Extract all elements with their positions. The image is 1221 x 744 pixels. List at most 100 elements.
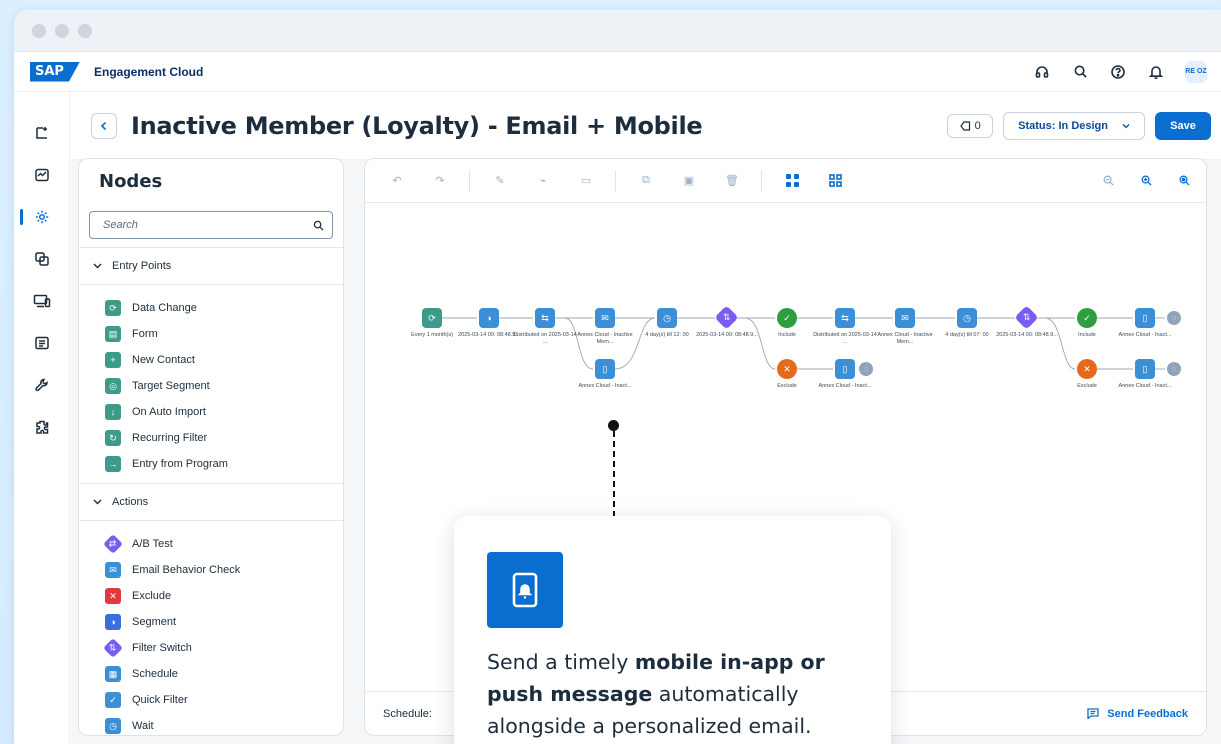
devices-icon[interactable] xyxy=(14,280,69,322)
node-item-exclude[interactable]: ✕ Exclude xyxy=(105,583,343,609)
flow-label: 2025-03-14 00: 08:48.9... xyxy=(696,332,758,338)
node-item-on-auto-import[interactable]: ↓ On Auto Import xyxy=(105,399,343,425)
flow-node-annex-email[interactable]: ✉ xyxy=(595,308,615,328)
segment-icon: ◑ xyxy=(105,614,121,630)
help-icon[interactable] xyxy=(1109,63,1127,81)
flow-node-exclude-2[interactable]: ✕ xyxy=(1077,359,1097,379)
search-icon[interactable] xyxy=(1071,63,1089,81)
status-dropdown[interactable]: Status: In Design xyxy=(1003,111,1145,140)
chevron-left-icon xyxy=(100,121,107,130)
connect-icon[interactable]: ⌁ xyxy=(535,173,551,189)
journey-icon[interactable] xyxy=(14,112,69,154)
flow-label: Annex Cloud - Inactive Mem... xyxy=(877,332,933,345)
flow-node-include-2[interactable]: ✓ xyxy=(1077,308,1097,328)
flow-node-distribute[interactable]: ⇆ xyxy=(535,308,555,328)
canvas-toolbar: ↶ ↷ ✎ ⌁ ▭ ⧉ ▣ 🗑 xyxy=(365,159,1206,203)
flow-node-end[interactable]: ◌ xyxy=(859,362,873,376)
flow-node-annex-3[interactable]: ▯ xyxy=(1135,308,1155,328)
node-item-label: Filter Switch xyxy=(132,642,192,654)
node-item-entry-from-program[interactable]: → Entry from Program xyxy=(105,451,343,477)
window-minimize-dot[interactable] xyxy=(55,23,69,38)
tools-icon[interactable] xyxy=(14,364,69,406)
bell-icon[interactable] xyxy=(1147,63,1165,81)
user-avatar[interactable]: RE OZ xyxy=(1185,60,1207,83)
actions-section-toggle[interactable]: Actions xyxy=(79,483,343,521)
flow-node-end[interactable]: ◌ xyxy=(1167,362,1181,376)
node-item-label: Data Change xyxy=(132,302,197,314)
flow-node-annex-4[interactable]: ▯ xyxy=(1135,359,1155,379)
back-button[interactable] xyxy=(91,112,117,139)
node-item-target-segment[interactable]: ◎ Target Segment xyxy=(105,373,343,399)
entry-points-list: ⟳ Data Change ▤ Form + New Contact ◎ Tar… xyxy=(79,285,343,477)
email-behavior-icon: ✉ xyxy=(105,562,121,578)
sap-logo[interactable]: SAP xyxy=(30,61,80,82)
flow-node-annex-mobile[interactable]: ▯ xyxy=(595,359,615,379)
expand-all-icon[interactable] xyxy=(784,173,800,189)
collapse-all-icon[interactable] xyxy=(827,173,843,189)
zoom-to-fit-icon[interactable] xyxy=(1176,173,1192,189)
chevron-down-icon xyxy=(1122,123,1130,128)
undo-icon[interactable]: ↶ xyxy=(389,173,405,189)
recurring-filter-icon: ↻ xyxy=(105,430,121,446)
node-item-label: New Contact xyxy=(132,354,195,366)
delete-icon[interactable]: 🗑 xyxy=(724,173,740,189)
zoom-out-icon[interactable] xyxy=(1100,173,1116,189)
node-item-form[interactable]: ▤ Form xyxy=(105,321,343,347)
redo-icon[interactable]: ↷ xyxy=(432,173,448,189)
product-name[interactable]: Engagement Cloud xyxy=(94,65,203,79)
headset-icon[interactable] xyxy=(1033,63,1051,81)
flow-label: Include xyxy=(778,332,796,338)
flow-node-wait[interactable]: ◷ xyxy=(657,308,677,328)
node-item-label: Exclude xyxy=(132,590,172,602)
quick-filter-icon: ✓ xyxy=(105,692,121,708)
node-item-new-contact[interactable]: + New Contact xyxy=(105,347,343,373)
flow-node-recurring[interactable]: ⟳ xyxy=(422,308,442,328)
flow-node-segment[interactable]: ◑ xyxy=(479,308,499,328)
content-icon[interactable] xyxy=(14,238,69,280)
extension-icon[interactable] xyxy=(14,406,69,448)
flow-node-include[interactable]: ✓ xyxy=(777,308,797,328)
flow-label: Annex Cloud - Inactive Mem... xyxy=(577,332,633,345)
flow-node-annex-2[interactable]: ▯ xyxy=(835,359,855,379)
node-item-segment[interactable]: ◑ Segment xyxy=(105,609,343,635)
node-item-filter-switch[interactable]: ⇅ Filter Switch xyxy=(103,635,343,661)
edit-icon[interactable]: ✎ xyxy=(492,173,508,189)
nodes-search-input[interactable]: Search xyxy=(89,211,333,239)
window-close-dot[interactable] xyxy=(32,23,46,38)
catalog-icon[interactable] xyxy=(14,322,69,364)
window-maximize-dot[interactable] xyxy=(78,23,92,38)
nodes-panel-title: Nodes xyxy=(99,170,163,192)
entry-points-section-toggle[interactable]: Entry Points xyxy=(79,247,343,285)
node-item-quick-filter[interactable]: ✓ Quick Filter xyxy=(105,687,343,713)
search-icon[interactable] xyxy=(313,220,324,231)
copy-icon[interactable]: ⧉ xyxy=(638,173,654,189)
tags-button[interactable]: 0 xyxy=(947,113,994,138)
flow-node-distribute-2[interactable]: ⇆ xyxy=(835,308,855,328)
flow-node-end[interactable]: ◌ xyxy=(1167,311,1181,325)
actions-list: ⇄ A/B Test ✉ Email Behavior Check ✕ Excl… xyxy=(79,521,343,735)
toolbar-separator xyxy=(761,169,762,192)
analytics-icon[interactable] xyxy=(14,154,69,196)
save-button[interactable]: Save xyxy=(1155,111,1211,140)
paste-icon[interactable]: ▣ xyxy=(681,173,697,189)
node-item-wait[interactable]: ◷ Wait xyxy=(105,713,343,735)
feature-callout: Send a timely mobile in-app or push mess… xyxy=(454,516,891,744)
feedback-icon xyxy=(1087,708,1099,719)
node-item-email-behavior-check[interactable]: ✉ Email Behavior Check xyxy=(105,557,343,583)
node-item-label: Quick Filter xyxy=(132,694,188,706)
flow-node-exclude[interactable]: ✕ xyxy=(777,359,797,379)
flow-label: 2025-03-14 00: 08:48.9... xyxy=(996,332,1058,338)
wait-icon: ◷ xyxy=(105,718,121,734)
comment-icon[interactable]: ▭ xyxy=(578,173,594,189)
node-item-recurring-filter[interactable]: ↻ Recurring Filter xyxy=(105,425,343,451)
flow-label: 2025-03-14 00: 08:48.9... xyxy=(458,332,520,338)
settings-gear-icon[interactable] xyxy=(14,196,69,238)
flow-node-annex-email-2[interactable]: ✉ xyxy=(895,308,915,328)
send-feedback-button[interactable]: Send Feedback xyxy=(1087,708,1188,720)
node-item-schedule[interactable]: ▦ Schedule xyxy=(105,661,343,687)
flow-node-wait-2[interactable]: ◷ xyxy=(957,308,977,328)
toolbar-separator xyxy=(615,169,616,192)
zoom-in-icon[interactable] xyxy=(1138,173,1154,189)
node-item-data-change[interactable]: ⟳ Data Change xyxy=(105,295,343,321)
node-item-ab-test[interactable]: ⇄ A/B Test xyxy=(103,531,343,557)
